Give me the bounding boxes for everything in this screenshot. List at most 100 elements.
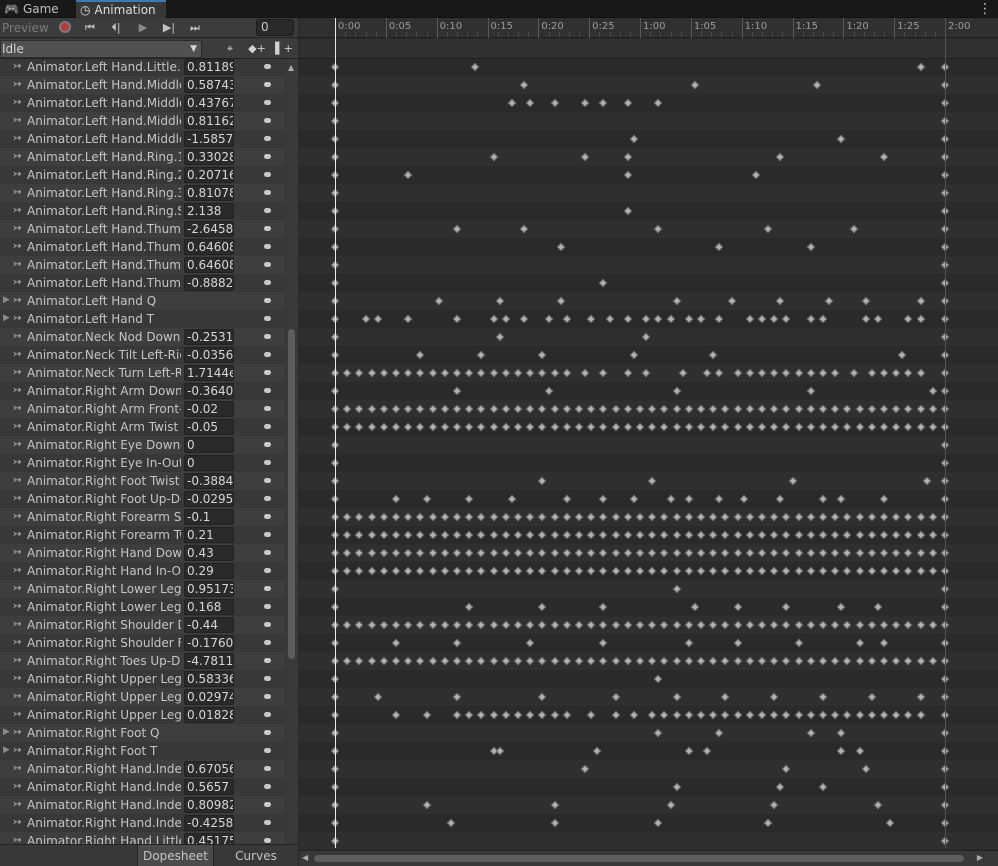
keyframe[interactable] (733, 602, 742, 612)
keyframe[interactable] (916, 404, 925, 414)
keyframe[interactable] (806, 314, 816, 324)
keyframe[interactable] (513, 422, 523, 432)
keyframe[interactable] (489, 512, 498, 522)
keyframe[interactable] (861, 314, 870, 324)
keyframe[interactable] (635, 422, 645, 432)
keyframe[interactable] (891, 620, 901, 630)
keyframe[interactable] (843, 566, 852, 576)
keyframe[interactable] (879, 494, 889, 504)
property-row[interactable]: ↣ Animator.Left Hand.Ring.3 S 0.81078 (0, 184, 284, 202)
keyframe[interactable] (715, 494, 724, 504)
keyframe[interactable] (440, 530, 450, 540)
keyframe[interactable] (672, 584, 681, 594)
property-options-icon[interactable] (264, 748, 271, 753)
keyframe[interactable] (855, 548, 864, 558)
keyframe[interactable] (428, 512, 437, 522)
keyframe[interactable] (477, 530, 486, 540)
keyframe[interactable] (562, 314, 572, 324)
keyframe[interactable] (495, 746, 504, 756)
keyframe[interactable] (745, 566, 755, 576)
keyframe[interactable] (525, 620, 535, 630)
property-row[interactable]: ↣ Animator.Right Upper Leg T 0.01828 (0, 706, 284, 724)
keyframe[interactable] (355, 404, 364, 414)
keyframe[interactable] (849, 224, 858, 234)
keyframe[interactable] (879, 620, 889, 630)
keyframe[interactable] (916, 656, 925, 666)
record-button[interactable] (53, 19, 77, 37)
keyframe[interactable] (879, 710, 889, 720)
keyframe[interactable] (928, 548, 938, 558)
keyframe[interactable] (757, 422, 767, 432)
keyframe[interactable] (416, 422, 425, 432)
keyframe[interactable] (489, 404, 498, 414)
property-options-icon[interactable] (264, 442, 271, 447)
keyframe[interactable] (513, 548, 523, 558)
keyframe[interactable] (586, 710, 596, 720)
keyframe[interactable] (782, 620, 791, 630)
keyframe[interactable] (355, 566, 364, 576)
keyframe[interactable] (574, 566, 584, 576)
keyframe[interactable] (550, 566, 559, 576)
keyframe[interactable] (708, 350, 718, 360)
keyframe[interactable] (733, 656, 742, 666)
property-row[interactable]: ↣ Animator.Right Eye Down-U 0 (0, 436, 284, 454)
keyframe[interactable] (586, 530, 596, 540)
summary-keyframe-row[interactable] (299, 39, 998, 59)
keyframe[interactable] (440, 656, 450, 666)
keyframe[interactable] (843, 710, 852, 720)
keyframe[interactable] (367, 368, 376, 378)
keyframe[interactable] (830, 404, 840, 414)
keyframe[interactable] (562, 530, 572, 540)
keyframe[interactable] (782, 602, 791, 612)
keyframe[interactable] (464, 404, 474, 414)
keyframe-track[interactable] (299, 328, 998, 346)
keyframe[interactable] (812, 80, 822, 90)
keyframe[interactable] (806, 386, 816, 396)
keyframe[interactable] (837, 602, 846, 612)
keyframe[interactable] (355, 620, 364, 630)
keyframe[interactable] (471, 62, 480, 72)
keyframe[interactable] (855, 638, 864, 648)
keyframe[interactable] (501, 710, 511, 720)
keyframe[interactable] (580, 98, 590, 108)
keyframe[interactable] (416, 548, 425, 558)
property-options-icon[interactable] (264, 136, 271, 141)
keyframe-track[interactable] (299, 706, 998, 724)
keyframe[interactable] (501, 548, 511, 558)
keyframe-track[interactable] (299, 274, 998, 292)
keyframe-track[interactable] (299, 832, 998, 849)
property-row[interactable]: ▶ ↣ Animator.Left Hand Q (0, 292, 284, 310)
property-row[interactable]: ↣ Animator.Left Hand.Middle.S -1.5857 (0, 130, 284, 148)
keyframe[interactable] (379, 404, 389, 414)
keyframe[interactable] (782, 404, 791, 414)
property-row[interactable]: ↣ Animator.Left Hand.Middle.1 0.58743 (0, 76, 284, 94)
keyframe[interactable] (867, 404, 877, 414)
keyframe[interactable] (891, 422, 901, 432)
keyframe[interactable] (611, 530, 620, 540)
keyframe[interactable] (891, 548, 901, 558)
keyframe[interactable] (818, 782, 828, 792)
keyframe[interactable] (806, 422, 816, 432)
keyframe[interactable] (550, 548, 559, 558)
keyframe[interactable] (599, 512, 608, 522)
property-row[interactable]: ↣ Animator.Left Hand.Ring.1 S 0.33028 (0, 148, 284, 166)
property-row[interactable]: ↣ Animator.Left Hand.Little.Sp 0.81189 (0, 59, 284, 76)
keyframe-track[interactable] (299, 454, 998, 472)
property-options-icon[interactable] (264, 766, 271, 771)
keyframe[interactable] (684, 746, 694, 756)
keyframe[interactable] (452, 638, 462, 648)
keyframe[interactable] (586, 422, 596, 432)
keyframe[interactable] (464, 530, 474, 540)
keyframe[interactable] (855, 710, 864, 720)
keyframe[interactable] (635, 530, 645, 540)
keyframe[interactable] (904, 314, 913, 324)
keyframe[interactable] (367, 548, 376, 558)
keyframe[interactable] (452, 566, 462, 576)
keyframe[interactable] (733, 566, 742, 576)
keyframe[interactable] (904, 404, 913, 414)
keyframe[interactable] (849, 368, 858, 378)
keyframe[interactable] (721, 620, 730, 630)
keyframe[interactable] (574, 620, 584, 630)
keyframe[interactable] (916, 530, 925, 540)
keyframe[interactable] (428, 620, 437, 630)
